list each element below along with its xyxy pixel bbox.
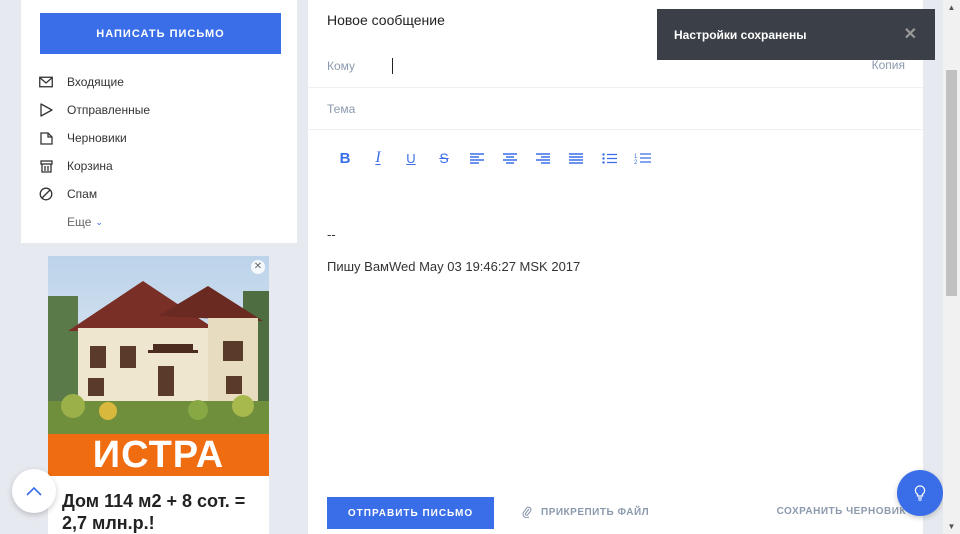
sidebar-item-sent[interactable]: Отправленные — [39, 96, 289, 124]
more-folders-toggle[interactable]: Еще ⌄ — [67, 208, 289, 236]
text-cursor — [392, 58, 393, 74]
italic-icon[interactable]: I — [367, 148, 389, 168]
folder-nav: Входящие Отправленные Черновики Корзина … — [39, 68, 289, 236]
compose-button[interactable]: НАПИСАТЬ ПИСЬМО — [40, 13, 281, 54]
numbered-list-icon[interactable]: 12 — [631, 148, 653, 168]
ad-text: Дом 114 м2 + 8 сот. = 2,7 млн.р.! — [62, 491, 246, 533]
toast-notification: Настройки сохранены ✕ — [657, 9, 935, 60]
close-icon[interactable]: ✕ — [904, 24, 917, 44]
ad-close-icon[interactable]: ✕ — [251, 260, 265, 274]
compose-panel: Новое сообщение Кому Копия Тема B I U S … — [308, 0, 923, 534]
align-left-icon[interactable] — [466, 148, 488, 168]
sidebar-item-label: Корзина — [67, 159, 113, 173]
compose-title: Новое сообщение — [327, 12, 445, 28]
chevron-up-icon — [26, 486, 42, 496]
chevron-down-icon: ⌄ — [95, 216, 103, 227]
svg-text:2: 2 — [634, 160, 638, 164]
scroll-to-top-button[interactable] — [12, 469, 56, 513]
sidebar-item-label: Отправленные — [67, 103, 151, 117]
subject-label: Тема — [327, 102, 356, 116]
spam-icon — [39, 187, 53, 201]
sidebar-item-drafts[interactable]: Черновики — [39, 124, 289, 152]
trash-icon — [39, 159, 53, 173]
paperclip-icon — [522, 506, 532, 518]
page-scrollbar[interactable]: ▲ ▼ — [943, 0, 960, 534]
ad-banner[interactable]: ✕ ИСТРА Дом 114 м2 + 8 сот. = 2,7 млн.р.… — [48, 256, 269, 534]
scroll-down-arrow-icon[interactable]: ▼ — [947, 522, 956, 531]
sidebar-item-label: Входящие — [67, 75, 124, 89]
more-label: Еще — [67, 215, 92, 229]
to-label: Кому — [327, 59, 356, 73]
signature-separator: -- — [327, 227, 336, 242]
help-button[interactable] — [897, 470, 943, 516]
send-icon — [39, 103, 53, 117]
bullet-list-icon[interactable] — [598, 148, 620, 168]
subject-row[interactable]: Тема — [308, 88, 923, 130]
sidebar: НАПИСАТЬ ПИСЬМО Входящие Отправленные Че… — [21, 0, 297, 243]
send-button[interactable]: ОТПРАВИТЬ ПИСЬМО — [327, 497, 494, 529]
strikethrough-icon[interactable]: S — [433, 148, 455, 168]
format-toolbar: B I U S 12 — [334, 148, 664, 168]
ad-banner-text: ИСТРА — [48, 434, 269, 476]
align-right-icon[interactable] — [532, 148, 554, 168]
scroll-up-arrow-icon[interactable]: ▲ — [947, 3, 956, 12]
sidebar-item-trash[interactable]: Корзина — [39, 152, 289, 180]
align-justify-icon[interactable] — [565, 148, 587, 168]
signature-line: Пишу ВамWed May 03 19:46:27 MSK 2017 — [327, 259, 581, 274]
bold-icon[interactable]: B — [334, 148, 356, 168]
message-body[interactable]: -- Пишу ВамWed May 03 19:46:27 MSK 2017 — [327, 219, 580, 283]
lightbulb-icon — [914, 485, 926, 501]
save-draft-button[interactable]: СОХРАНИТЬ ЧЕРНОВИК — [777, 506, 906, 517]
sidebar-item-label: Черновики — [67, 131, 127, 145]
cc-link[interactable]: Копия — [872, 58, 905, 72]
underline-icon[interactable]: U — [400, 148, 422, 168]
align-center-icon[interactable] — [499, 148, 521, 168]
draft-icon — [39, 131, 53, 145]
sidebar-item-label: Спам — [67, 187, 98, 201]
toast-message: Настройки сохранены — [674, 28, 807, 42]
compose-footer: ОТПРАВИТЬ ПИСЬМО ПРИКРЕПИТЬ ФАЙЛ СОХРАНИ… — [308, 490, 923, 534]
inbox-icon — [39, 75, 53, 89]
attach-label: ПРИКРЕПИТЬ ФАЙЛ — [541, 506, 650, 518]
sidebar-item-inbox[interactable]: Входящие — [39, 68, 289, 96]
ad-house-image — [48, 256, 269, 434]
attach-file-button[interactable]: ПРИКРЕПИТЬ ФАЙЛ — [522, 506, 649, 518]
scrollbar-thumb[interactable] — [946, 70, 957, 296]
sidebar-item-spam[interactable]: Спам — [39, 180, 289, 208]
